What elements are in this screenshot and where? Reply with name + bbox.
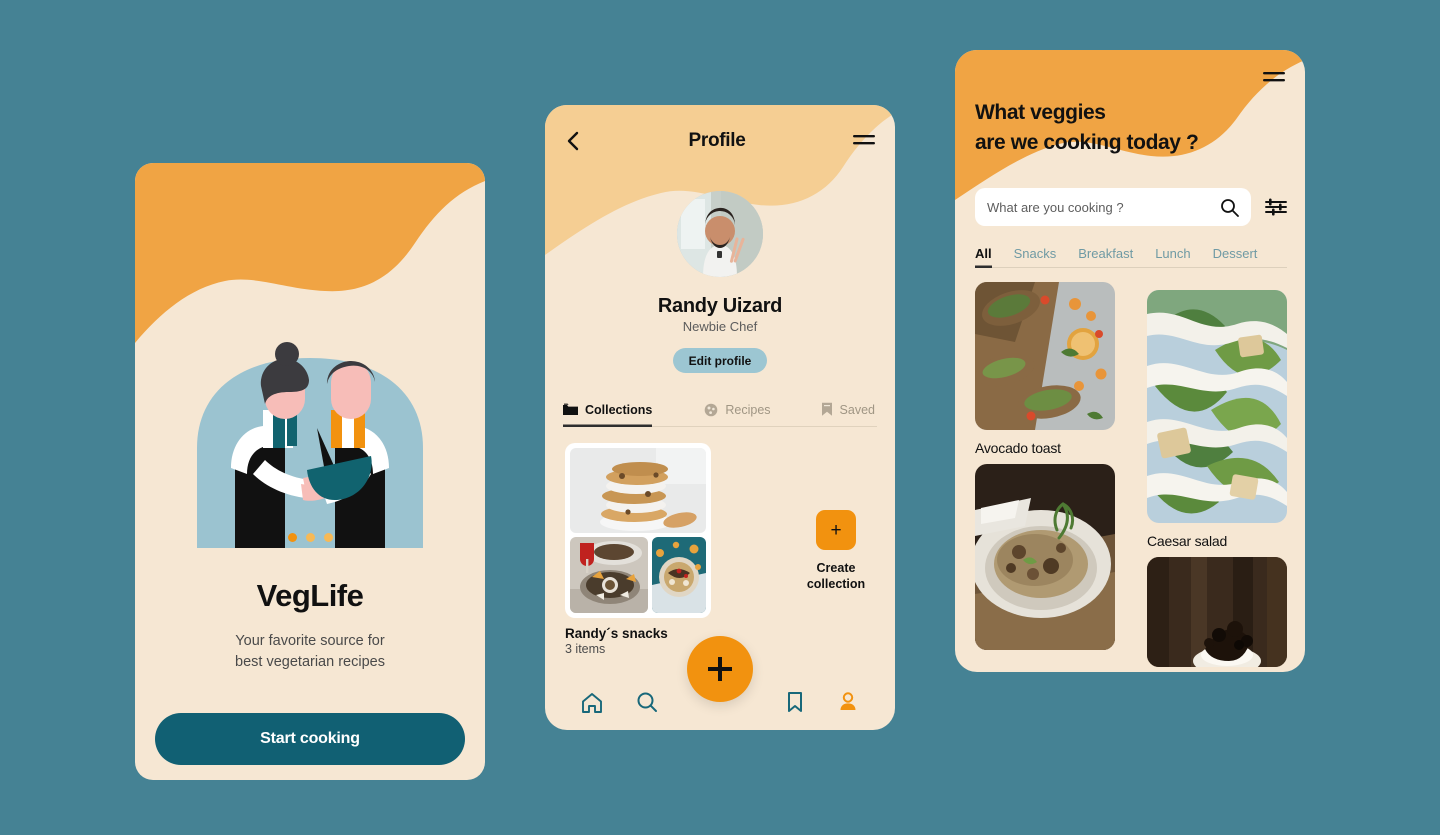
filter-button[interactable] xyxy=(1265,197,1287,217)
page-title: Profile xyxy=(688,130,746,151)
mushroom-risotto-photo xyxy=(975,464,1115,650)
avatar[interactable] xyxy=(677,191,763,277)
search-box[interactable] xyxy=(975,188,1251,226)
tab-saved-label: Saved xyxy=(839,402,875,417)
bookmark-icon xyxy=(821,402,832,416)
tab-saved[interactable]: Saved xyxy=(821,393,875,427)
add-recipe-fab[interactable] xyxy=(687,636,753,702)
chocolate-dessert-photo xyxy=(1147,557,1287,667)
collection-thumb-cookies xyxy=(570,448,706,533)
tab-recipes-label: Recipes xyxy=(725,402,771,417)
plus-icon: + xyxy=(816,510,856,550)
create-collection-label: Create collection xyxy=(807,560,865,592)
recipe-column-left: Avocado toast xyxy=(975,282,1115,658)
carousel-dots[interactable] xyxy=(135,533,485,542)
onboarding-screen: VegLife Your favorite source for best ve… xyxy=(135,163,485,780)
chefs-illustration xyxy=(135,328,485,548)
bookmark-icon xyxy=(788,692,803,712)
discover-heading-line1: What veggies xyxy=(975,101,1106,124)
app-subtitle: Your favorite source for best vegetarian… xyxy=(135,631,485,673)
nav-saved-button[interactable] xyxy=(785,690,805,714)
collection-thumb-dinner xyxy=(570,537,649,613)
nav-profile-button[interactable] xyxy=(836,690,860,714)
collection-card[interactable]: Randy´s snacks 3 items xyxy=(565,443,711,656)
folder-icon xyxy=(563,403,578,415)
tab-collections[interactable]: Collections xyxy=(563,393,652,427)
app-title: VegLife xyxy=(256,578,364,613)
screenshot-canvas: VegLife Your favorite source for best ve… xyxy=(0,0,1440,835)
create-collection-label-line2: collection xyxy=(806,577,866,591)
tab-collections-label: Collections xyxy=(585,402,653,417)
search-icon xyxy=(637,692,657,712)
recipe-title: Avocado toast xyxy=(975,440,1061,456)
collection-thumb-bowl xyxy=(652,537,706,613)
collection-count: 3 items xyxy=(565,642,606,656)
home-icon xyxy=(582,692,603,713)
search-input[interactable] xyxy=(987,199,1220,215)
menu-button[interactable] xyxy=(853,133,875,149)
avocado-toast-photo xyxy=(975,282,1115,430)
discover-screen: What veggies are we cooking today ? What… xyxy=(955,50,1305,672)
profile-header: Profile xyxy=(545,123,895,159)
person-icon xyxy=(840,692,856,710)
recipe-title: Caesar salad xyxy=(1147,533,1228,549)
category-breakfast[interactable]: Breakfast xyxy=(1078,240,1133,268)
discover-heading: What veggies are we cooking today ? xyxy=(975,98,1275,158)
collection-name: Randy´s snacks xyxy=(565,626,668,641)
category-all[interactable]: All xyxy=(975,240,992,268)
recipe-card[interactable] xyxy=(975,464,1115,650)
back-button[interactable] xyxy=(565,130,581,152)
recipe-card[interactable] xyxy=(1147,557,1287,667)
start-cooking-button[interactable]: Start cooking xyxy=(155,713,465,765)
nav-home-button[interactable] xyxy=(580,691,604,714)
search-icon xyxy=(1221,198,1239,217)
nav-search-button[interactable] xyxy=(635,690,659,714)
filter-sliders-icon xyxy=(1265,198,1287,216)
app-subtitle-line2: best vegetarian recipes xyxy=(235,654,385,670)
tab-recipes[interactable]: Recipes xyxy=(704,393,771,427)
carousel-dot-1[interactable] xyxy=(287,533,297,542)
discover-heading-line2: are we cooking today ? xyxy=(975,131,1199,154)
hamburger-menu-icon xyxy=(1263,72,1285,82)
recipe-card[interactable]: Avocado toast xyxy=(975,282,1115,456)
carousel-dot-2[interactable] xyxy=(305,533,315,542)
cookie-icon xyxy=(705,403,718,416)
create-collection-label-line1: Create xyxy=(816,561,856,575)
category-snacks[interactable]: Snacks xyxy=(1014,240,1057,268)
edit-profile-button[interactable]: Edit profile xyxy=(673,348,767,373)
category-dessert[interactable]: Dessert xyxy=(1213,240,1258,268)
collection-thumbnails xyxy=(565,443,711,618)
create-collection-button[interactable]: + Create collection xyxy=(777,510,895,592)
hamburger-menu-icon xyxy=(853,135,875,145)
app-subtitle-line1: Your favorite source for xyxy=(235,633,385,649)
collection-thumb-row xyxy=(570,537,706,613)
recipe-card[interactable]: Caesar salad xyxy=(1147,290,1287,549)
profile-screen: Profile Randy Uizard Newbie Chef Edit pr… xyxy=(545,105,895,730)
chevron-left-icon xyxy=(567,131,579,151)
profile-tabs: Collections Recipes Saved xyxy=(563,393,877,427)
search-row xyxy=(975,188,1287,226)
caesar-salad-photo xyxy=(1147,290,1287,523)
profile-role: Newbie Chef xyxy=(682,319,758,334)
profile-name: Randy Uizard xyxy=(657,295,783,317)
carousel-dot-3[interactable] xyxy=(323,533,333,542)
plus-fab-icon xyxy=(708,657,732,681)
recipe-column-right: Caesar salad xyxy=(1147,290,1287,672)
category-lunch[interactable]: Lunch xyxy=(1155,240,1190,268)
menu-button[interactable] xyxy=(1263,70,1285,86)
category-tabs: All Snacks Breakfast Lunch Dessert xyxy=(975,240,1287,268)
recipe-grid: Avocado toast Caesar salad xyxy=(975,282,1287,672)
